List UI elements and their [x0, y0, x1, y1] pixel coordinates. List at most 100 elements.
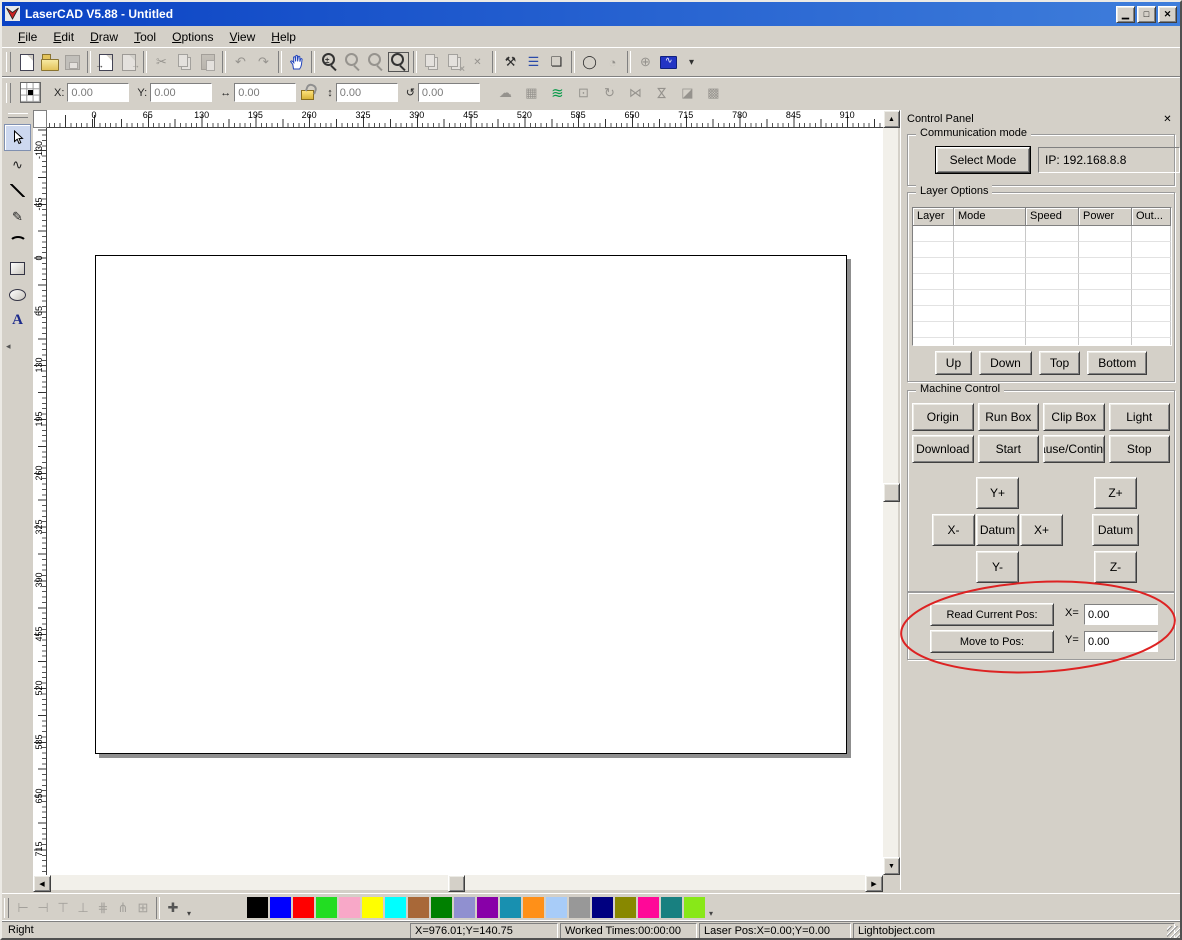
path-preview-icon[interactable]: ◯ — [578, 51, 601, 73]
color-swatch[interactable] — [385, 897, 406, 918]
select-mode-button[interactable]: Select Mode — [936, 147, 1030, 173]
toolbar-grip — [8, 113, 28, 118]
new-icon[interactable] — [15, 51, 38, 73]
scroll-right-arrow[interactable]: ▶ — [865, 875, 883, 892]
text-tool[interactable]: A — [5, 308, 30, 333]
toolbar-more-icon[interactable]: ▾ — [680, 51, 703, 73]
color-swatch[interactable] — [684, 897, 705, 918]
maximize-button[interactable]: □ — [1137, 6, 1156, 23]
jog-y-minus-button[interactable]: Y- — [976, 551, 1019, 583]
tool-hammer-icon[interactable]: ⚒ — [499, 51, 522, 73]
color-swatch[interactable] — [615, 897, 636, 918]
pick-object-icon[interactable]: ❏ — [545, 51, 568, 73]
zoom-in-out-icon[interactable]: ± — [318, 51, 341, 73]
menu-item[interactable]: Draw — [82, 28, 126, 46]
jog-x-minus-button[interactable]: X- — [932, 514, 975, 546]
jog-z-datum-button[interactable]: Datum — [1092, 514, 1139, 546]
menu-item[interactable]: Edit — [45, 28, 82, 46]
color-swatch[interactable] — [316, 897, 337, 918]
menu-item[interactable]: Help — [263, 28, 304, 46]
stop-button[interactable]: Stop — [1109, 435, 1171, 463]
color-swatch[interactable] — [247, 897, 268, 918]
origin-button[interactable]: Origin — [912, 403, 974, 431]
layer-column-header[interactable]: Speed — [1026, 208, 1079, 226]
import-icon[interactable] — [94, 51, 117, 73]
color-swatch[interactable] — [270, 897, 291, 918]
layer-column-header[interactable]: Mode — [954, 208, 1026, 226]
toolbox-more-icon[interactable]: ◂ — [6, 341, 33, 352]
layer-column-header[interactable]: Layer — [913, 208, 954, 226]
color-swatch[interactable] — [293, 897, 314, 918]
layer-table[interactable]: LayerModeSpeedPowerOut... — [912, 207, 1172, 346]
color-swatch[interactable] — [408, 897, 429, 918]
drawing-canvas[interactable] — [47, 128, 883, 875]
pan-hand-icon[interactable] — [285, 51, 308, 73]
minimize-button[interactable]: ▁ — [1116, 6, 1135, 23]
pen-tool[interactable]: ✎ — [5, 204, 30, 229]
download-button[interactable]: Download — [912, 435, 974, 463]
aspect-lock-icon[interactable] — [299, 83, 316, 102]
layer-bottom-button[interactable]: Bottom — [1087, 351, 1147, 375]
layer-up-button[interactable]: Up — [935, 351, 972, 375]
horizontal-scroll-thumb[interactable] — [448, 875, 465, 892]
jog-z-minus-button[interactable]: Z- — [1094, 551, 1137, 583]
clip-box-button[interactable]: Clip Box — [1043, 403, 1105, 431]
zoom-page-icon[interactable] — [387, 51, 410, 73]
vertical-scroll-thumb[interactable] — [883, 483, 900, 502]
layer-column-header[interactable]: Power — [1079, 208, 1132, 226]
scroll-left-arrow[interactable]: ◀ — [33, 875, 51, 892]
scroll-down-arrow[interactable]: ▼ — [883, 857, 900, 875]
layer-fan-icon[interactable]: ≋ — [546, 82, 569, 104]
select-tool[interactable] — [4, 124, 31, 151]
jog-xy-datum-button[interactable]: Datum — [976, 514, 1019, 546]
vertical-scrollbar[interactable]: ▲ ▼ — [883, 110, 898, 875]
color-swatch[interactable] — [362, 897, 383, 918]
x-position-input[interactable] — [1084, 604, 1158, 625]
close-button[interactable]: ✕ — [1158, 6, 1177, 23]
open-icon[interactable] — [38, 51, 61, 73]
read-current-pos-button[interactable]: Read Current Pos: — [930, 603, 1054, 626]
pause-continue-button[interactable]: Pause/Continue — [1043, 435, 1105, 463]
scroll-up-arrow[interactable]: ▲ — [883, 110, 900, 128]
line-tool[interactable] — [5, 178, 30, 203]
color-swatch[interactable] — [592, 897, 613, 918]
start-button[interactable]: Start — [978, 435, 1040, 463]
work-page[interactable] — [95, 255, 847, 754]
color-swatch[interactable] — [500, 897, 521, 918]
center-point-icon[interactable]: ✚ — [163, 898, 183, 918]
align-more-icon[interactable]: ▾ — [187, 909, 191, 921]
layer-top-button[interactable]: Top — [1039, 351, 1080, 375]
color-swatch[interactable] — [661, 897, 682, 918]
monitor-icon[interactable] — [657, 51, 680, 73]
color-swatch[interactable] — [339, 897, 360, 918]
layer-down-button[interactable]: Down — [979, 351, 1032, 375]
color-swatch[interactable] — [454, 897, 475, 918]
color-swatch[interactable] — [477, 897, 498, 918]
move-to-pos-button[interactable]: Move to Pos: — [930, 630, 1054, 653]
node-edit-tool[interactable]: ∿ — [5, 152, 30, 177]
color-swatch[interactable] — [523, 897, 544, 918]
resize-grip[interactable] — [1167, 926, 1180, 939]
light-button[interactable]: Light — [1109, 403, 1171, 431]
jog-x-plus-button[interactable]: X+ — [1020, 514, 1063, 546]
rectangle-tool[interactable] — [5, 256, 30, 281]
palette-more-icon[interactable]: ▾ — [709, 909, 713, 921]
layer-params-icon[interactable]: ☰ — [522, 51, 545, 73]
y-position-input[interactable] — [1084, 631, 1158, 652]
jog-y-plus-button[interactable]: Y+ — [976, 477, 1019, 509]
menu-item[interactable]: Options — [164, 28, 221, 46]
horizontal-scrollbar[interactable]: ◀ ▶ — [33, 875, 883, 890]
ellipse-tool[interactable] — [5, 282, 30, 307]
layer-column-header[interactable]: Out... — [1132, 208, 1171, 226]
color-swatch[interactable] — [569, 897, 590, 918]
menu-item[interactable]: View — [221, 28, 263, 46]
menu-item[interactable]: Tool — [126, 28, 164, 46]
run-box-button[interactable]: Run Box — [978, 403, 1040, 431]
color-swatch[interactable] — [638, 897, 659, 918]
menu-item[interactable]: File — [10, 28, 45, 46]
color-swatch[interactable] — [431, 897, 452, 918]
jog-z-plus-button[interactable]: Z+ — [1094, 477, 1137, 509]
bezier-tool[interactable] — [5, 230, 30, 255]
control-panel-close-icon[interactable]: ✕ — [1160, 112, 1175, 126]
color-swatch[interactable] — [546, 897, 567, 918]
